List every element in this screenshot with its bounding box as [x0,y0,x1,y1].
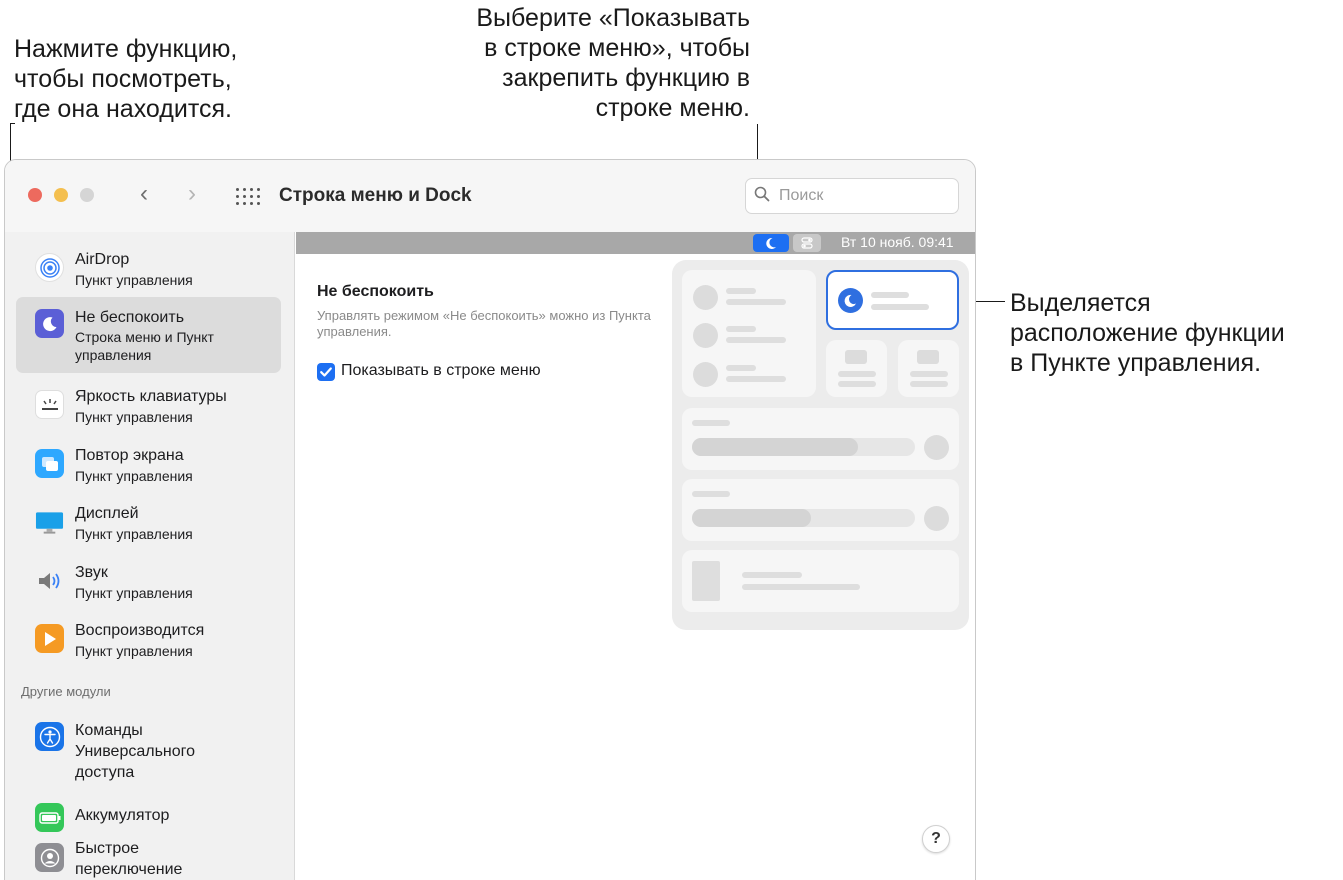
sidebar-item-accessibility[interactable]: Команды Универсального доступа [16,713,281,789]
cc-slider-panel [682,408,959,470]
callout-click-feature: Нажмите функцию, чтобы посмотреть, где о… [14,35,238,123]
section-title: Не беспокоить [317,283,434,300]
airdrop-icon [35,253,64,282]
sidebar-item-title: Команды Универсального доступа [75,722,196,781]
cc-small-panel [898,340,959,397]
sidebar-item-now-playing[interactable]: Воспроизводится Пункт управления [16,612,281,666]
sidebar-item-subtitle: Пункт управления [75,585,193,601]
menubar-moon-icon[interactable] [753,234,789,252]
show-in-menubar-checkbox[interactable] [317,363,335,381]
display-icon [35,507,64,536]
sidebar-item-screen-mirroring[interactable]: Повтор экрана Пункт управления [16,437,281,491]
window-title: Строка меню и Dock [279,185,472,206]
section-description: Управлять режимом «Не беспокоить» можно … [317,308,651,339]
section-heading-other-modules: Другие модули [21,684,111,699]
moon-icon [35,309,64,338]
menubar-clock: Вт 10 нояб. 09:41 [841,234,954,250]
sidebar-item-title: Аккумулятор [75,807,170,824]
title-bar: ‹ › Строка меню и Dock [5,160,975,232]
search-input[interactable] [779,185,949,207]
minimize-button[interactable] [54,188,68,202]
sidebar-item-title: Не беспокоить [75,309,185,326]
cc-small-panel [826,340,887,397]
menubar-preview: Вт 10 нояб. 09:41 [296,232,975,254]
search-icon [754,186,770,202]
sidebar-item-subtitle: Пункт управления [75,468,193,484]
sidebar-item-subtitle: Строка меню и Пункт управления [75,329,214,363]
keyboard-brightness-icon [35,390,64,419]
cc-now-playing-panel [682,550,959,612]
callout-show-in-menubar: Выберите «Показывать в строке меню», что… [476,4,750,122]
sidebar-item-title: AirDrop [75,251,130,268]
sidebar-item-title: Звук [75,564,108,581]
sidebar-item-subtitle: Пункт управления [75,526,193,542]
search-field[interactable] [745,178,959,214]
cc-do-not-disturb-highlight [826,270,959,330]
sidebar-item-airdrop[interactable]: AirDrop Пункт управления [16,241,281,295]
checkmark-icon [320,367,332,377]
fast-user-switching-icon [35,843,64,872]
control-center-preview [672,260,969,630]
sidebar-item-title: Дисплей [75,505,139,522]
forward-button[interactable]: › [188,182,196,206]
cc-connectivity-panel [682,270,816,397]
sidebar-item-title: Быстрое переключение [75,840,183,878]
zoom-button[interactable] [80,188,94,202]
callout-highlight-location: Выделяется расположение функции в Пункте… [1010,289,1285,377]
screen-mirroring-icon [35,449,64,478]
sidebar-item-sound[interactable]: Звук Пункт управления [16,554,281,608]
control-center-icon[interactable] [793,234,821,252]
sidebar-item-keyboard-brightness[interactable]: Яркость клавиатуры Пункт управления [16,378,281,432]
sidebar-item-subtitle: Пункт управления [75,272,193,288]
sidebar-item-fast-user-switching[interactable]: Быстрое переключение [16,833,281,880]
sidebar-item-title: Воспроизводится [75,622,205,639]
settings-window: ‹ › Строка меню и Dock AirDrop Пункт упр… [4,159,976,880]
sidebar-item-title: Яркость клавиатуры [75,388,227,405]
cc-moon-icon [838,288,863,313]
battery-icon [35,803,64,832]
show-all-grid-icon[interactable] [236,188,260,206]
sidebar-item-display[interactable]: Дисплей Пункт управления [16,495,281,549]
sidebar: AirDrop Пункт управления Не беспокоить С… [5,232,295,880]
now-playing-icon [35,624,64,653]
show-in-menubar-label[interactable]: Показывать в строке меню [341,362,541,380]
sidebar-item-subtitle: Пункт управления [75,409,193,425]
sidebar-item-title: Повтор экрана [75,447,184,464]
speaker-icon [35,566,64,595]
sidebar-item-do-not-disturb[interactable]: Не беспокоить Строка меню и Пункт управл… [16,297,281,373]
close-button[interactable] [28,188,42,202]
help-button[interactable]: ? [922,825,950,853]
back-button[interactable]: ‹ [140,182,148,206]
accessibility-icon [35,722,64,751]
cc-slider-panel [682,479,959,541]
leader-line-left-tick [10,123,15,124]
sidebar-item-subtitle: Пункт управления [75,643,193,659]
